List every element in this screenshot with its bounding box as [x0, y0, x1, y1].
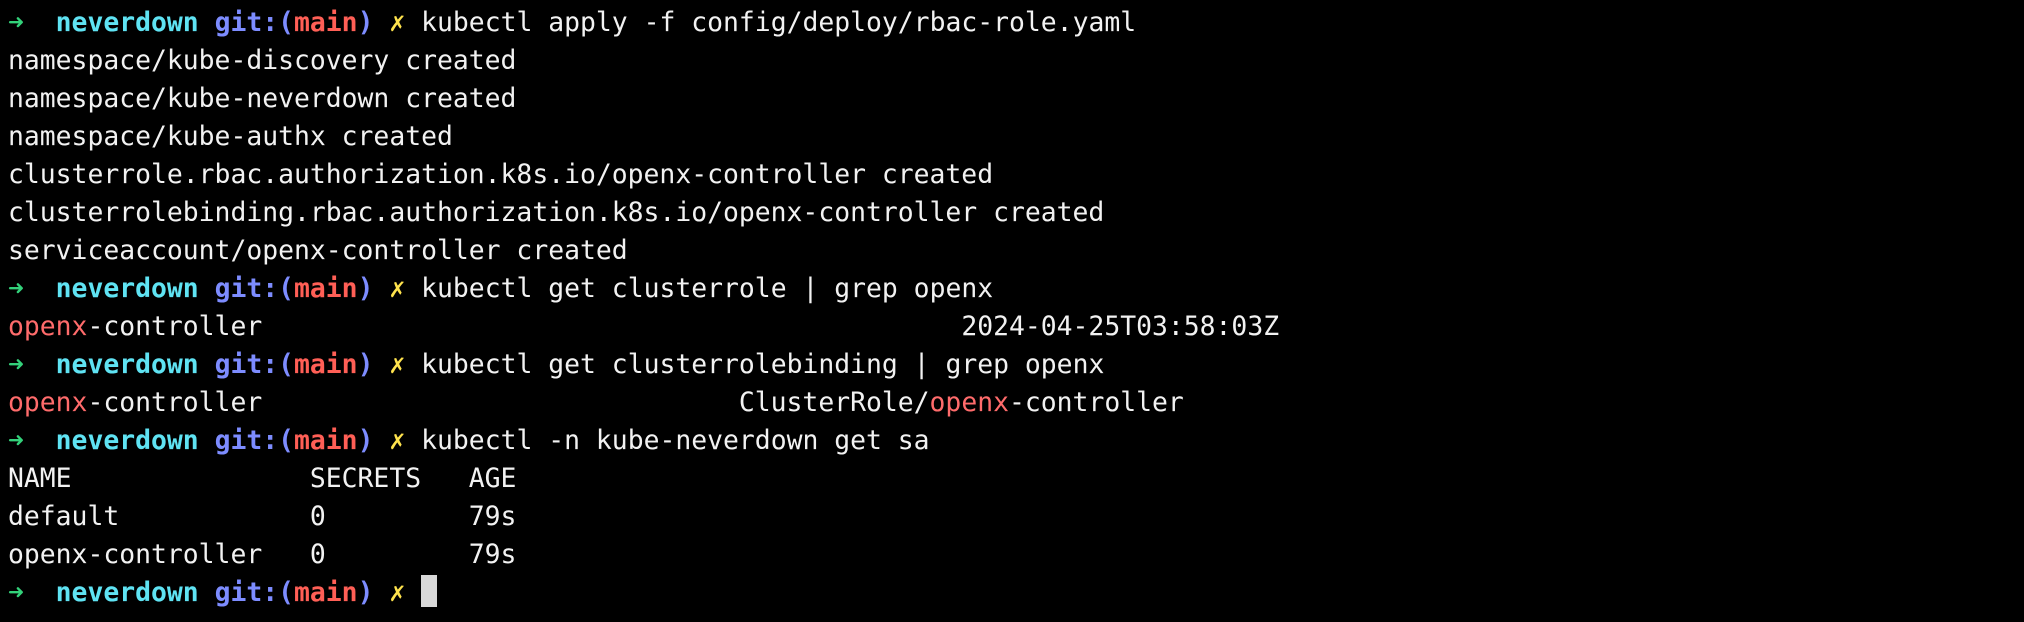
prompt-directory: neverdown	[55, 577, 199, 608]
text-cursor[interactable]	[421, 575, 438, 607]
output-text: default 0 79s	[8, 501, 517, 532]
output-line: namespace/kube-discovery created	[8, 42, 2016, 80]
output-text: namespace/kube-discovery created	[8, 45, 517, 76]
git-label: git:(	[214, 349, 295, 380]
prompt-line: ➜ neverdown git:(main) ✗ kubectl get clu…	[8, 346, 2016, 384]
git-branch: main	[294, 349, 358, 380]
prompt-directory: neverdown	[55, 425, 199, 456]
git-label-close: )	[357, 577, 374, 608]
dirty-indicator-icon: ✗	[389, 273, 406, 304]
git-label-close: )	[357, 273, 374, 304]
git-branch: main	[294, 273, 358, 304]
prompt-line: ➜ neverdown git:(main) ✗ kubectl get clu…	[8, 270, 2016, 308]
output-line: default 0 79s	[8, 498, 2016, 536]
prompt-line: ➜ neverdown git:(main) ✗	[8, 574, 2016, 612]
output-line: openx-controller ClusterRole/openx-contr…	[8, 384, 2016, 422]
output-line: NAME SECRETS AGE	[8, 460, 2016, 498]
git-label: git:(	[214, 273, 295, 304]
prompt-directory: neverdown	[55, 273, 199, 304]
output-line: namespace/kube-neverdown created	[8, 80, 2016, 118]
output-text: -controller 2024-04-25T03:58:03Z	[87, 311, 1280, 342]
git-label-close: )	[357, 425, 374, 456]
prompt-directory: neverdown	[55, 7, 199, 38]
output-text: openx-controller 0 79s	[8, 539, 517, 570]
prompt-line: ➜ neverdown git:(main) ✗ kubectl apply -…	[8, 4, 2016, 42]
output-text: NAME SECRETS AGE	[8, 463, 517, 494]
dirty-indicator-icon: ✗	[389, 577, 406, 608]
terminal-window[interactable]: ➜ neverdown git:(main) ✗ kubectl apply -…	[8, 4, 2016, 612]
dirty-indicator-icon: ✗	[389, 7, 406, 38]
output-text: clusterrolebinding.rbac.authorization.k8…	[8, 197, 1105, 228]
grep-match: openx	[8, 311, 88, 342]
git-label: git:(	[214, 577, 295, 608]
prompt-arrow-icon: ➜	[8, 7, 24, 38]
prompt-arrow-icon: ➜	[8, 425, 24, 456]
output-line: namespace/kube-authx created	[8, 118, 2016, 156]
output-line: clusterrole.rbac.authorization.k8s.io/op…	[8, 156, 2016, 194]
output-line: openx-controller 0 79s	[8, 536, 2016, 574]
prompt-arrow-icon: ➜	[8, 273, 24, 304]
prompt-arrow-icon: ➜	[8, 349, 24, 380]
git-label-close: )	[357, 349, 374, 380]
git-branch: main	[294, 7, 358, 38]
git-label-close: )	[357, 7, 374, 38]
command-text: kubectl get clusterrole | grep openx	[421, 273, 994, 304]
dirty-indicator-icon: ✗	[389, 425, 406, 456]
command-text: kubectl get clusterrolebinding | grep op…	[421, 349, 1105, 380]
git-branch: main	[294, 577, 358, 608]
git-branch: main	[294, 425, 358, 456]
dirty-indicator-icon: ✗	[389, 349, 406, 380]
command-text: kubectl -n kube-neverdown get sa	[421, 425, 930, 456]
grep-match: openx	[929, 387, 1009, 418]
output-text: namespace/kube-neverdown created	[8, 83, 517, 114]
output-text: namespace/kube-authx created	[8, 121, 453, 152]
grep-match: openx	[8, 387, 88, 418]
output-text: clusterrole.rbac.authorization.k8s.io/op…	[8, 159, 994, 190]
prompt-directory: neverdown	[55, 349, 199, 380]
output-text: -controller	[1009, 387, 1184, 418]
output-text: -controller ClusterRole/	[87, 387, 930, 418]
output-line: clusterrolebinding.rbac.authorization.k8…	[8, 194, 2016, 232]
output-line: serviceaccount/openx-controller created	[8, 232, 2016, 270]
output-line: openx-controller 2024-04-25T03:58:03Z	[8, 308, 2016, 346]
command-text: kubectl apply -f config/deploy/rbac-role…	[421, 7, 1137, 38]
output-text: serviceaccount/openx-controller created	[8, 235, 628, 266]
git-label: git:(	[214, 7, 295, 38]
prompt-arrow-icon: ➜	[8, 577, 24, 608]
git-label: git:(	[214, 425, 295, 456]
prompt-line: ➜ neverdown git:(main) ✗ kubectl -n kube…	[8, 422, 2016, 460]
